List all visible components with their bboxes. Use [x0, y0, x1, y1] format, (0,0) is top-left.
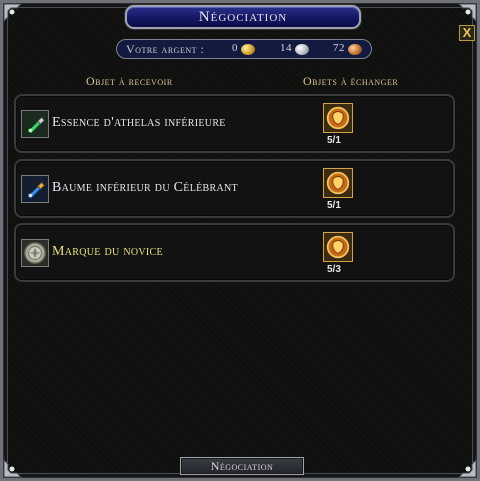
window-title[interactable]: Négociation	[125, 5, 361, 29]
barter-window: Négociation X Votre argent : 0 14 72 Obj…	[0, 0, 480, 481]
trade-count: 5/1	[327, 135, 341, 146]
silver-coin-icon	[295, 44, 309, 55]
money-label: Votre argent :	[126, 42, 205, 56]
column-header-exchange: Objets à échanger	[303, 74, 399, 88]
copper-coin-icon	[348, 44, 362, 55]
token-icon[interactable]	[323, 168, 353, 198]
gold-coin-icon	[241, 44, 255, 55]
green-potion-icon[interactable]	[21, 110, 49, 138]
barter-row[interactable]: Essence d'athelas inférieure 5/1	[14, 94, 455, 153]
item-name[interactable]: Baume inférieur du Célébrant	[52, 180, 238, 196]
barter-button[interactable]: Négociation	[180, 457, 304, 475]
barter-row[interactable]: Marque du novice 5/3	[14, 223, 455, 282]
token-icon[interactable]	[323, 232, 353, 262]
blue-potion-icon[interactable]	[21, 175, 49, 203]
trade-count: 5/1	[327, 200, 341, 211]
silver-amount: 14	[280, 42, 292, 54]
item-name[interactable]: Marque du novice	[52, 244, 163, 260]
barter-row[interactable]: Baume inférieur du Célébrant 5/1	[14, 159, 455, 218]
close-button[interactable]: X	[459, 25, 475, 41]
corner-ornament	[3, 452, 29, 478]
trade-count: 5/3	[327, 264, 341, 275]
token-icon[interactable]	[323, 103, 353, 133]
novice-mark-icon[interactable]	[21, 239, 49, 267]
gold-amount: 0	[232, 42, 238, 54]
corner-ornament	[451, 452, 477, 478]
money-bar: Votre argent : 0 14 72	[116, 39, 372, 59]
corner-ornament	[3, 3, 29, 29]
item-name[interactable]: Essence d'athelas inférieure	[52, 115, 226, 131]
copper-amount: 72	[333, 42, 345, 54]
column-header-receive: Objet à recevoir	[86, 74, 173, 88]
